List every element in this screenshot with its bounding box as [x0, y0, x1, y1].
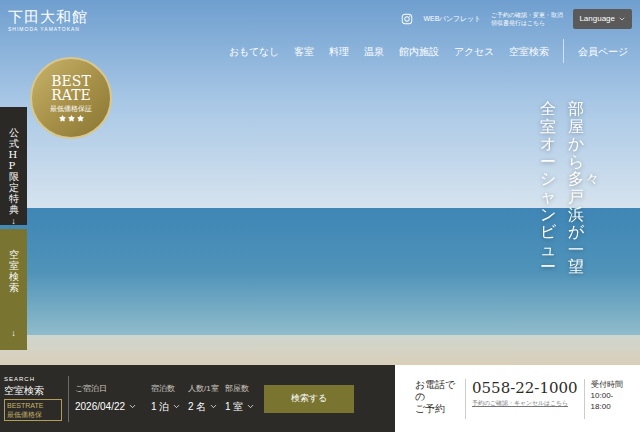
header: 下田大和館SHIMODA YAMATOKAN WEBパンフレットご予約の確認・変更…	[0, 0, 640, 63]
nav-item[interactable]: 空室検索	[509, 44, 549, 59]
hero: 下田大和館SHIMODA YAMATOKAN WEBパンフレットご予約の確認・変更…	[0, 0, 640, 365]
member-link[interactable]: 会員ページ	[578, 44, 628, 59]
chevron-icon	[172, 402, 181, 411]
language-button[interactable]: Language	[573, 9, 632, 29]
nav-item[interactable]: 客室	[294, 44, 314, 59]
search-field[interactable]: 人数/1室2 名	[188, 383, 225, 413]
page: 下田大和館SHIMODA YAMATOKAN WEBパンフレットご予約の確認・変更…	[0, 0, 640, 432]
chevron-icon	[209, 402, 218, 411]
hero-catch: 部屋から多々戸浜が一望全室オーシャンビュー	[540, 100, 584, 276]
best-rate-badge: BESTRATE最低価格保証	[30, 57, 112, 139]
badge-stars	[59, 115, 84, 122]
chevron-icon	[618, 15, 626, 23]
hero-beach	[0, 335, 640, 365]
star-icon	[77, 115, 84, 122]
hours: 受付時間10:00-18:00	[591, 379, 623, 413]
nav-item[interactable]: 温泉	[364, 44, 384, 59]
search-panel: SEARCH空室検索BESTRATE最低価格保ご宿泊日2026/04/22宿泊数…	[0, 365, 395, 432]
search-field[interactable]: 部屋数1 室	[225, 383, 262, 413]
search-button[interactable]: 検索する	[264, 385, 354, 413]
nav-item[interactable]: 料理	[329, 44, 349, 59]
pamphlet-link[interactable]: WEBパンフレット	[423, 14, 481, 25]
bottom-bar: SEARCH空室検索BESTRATE最低価格保ご宿泊日2026/04/22宿泊数…	[0, 365, 640, 432]
catch-line: 部屋から多々戸浜が一望	[568, 100, 584, 276]
search-field[interactable]: 宿泊数1 泊	[151, 383, 188, 413]
nav-item[interactable]: アクセス	[454, 44, 494, 59]
reservation-note[interactable]: 予約のご確認・キャンセルはこちら	[472, 399, 578, 408]
chevron-icon	[128, 402, 137, 411]
chevron-icon	[246, 402, 255, 411]
reservation-link[interactable]: ご予約の確認・変更・取消領収書発行はこちら	[491, 11, 563, 28]
instagram-icon[interactable]	[401, 13, 413, 25]
side-tab[interactable]: 空室検索↓	[0, 229, 27, 350]
search-badge: BESTRATE最低価格保	[4, 399, 62, 421]
nav-item[interactable]: 館内施設	[399, 44, 439, 59]
nav: おもてなし客室料理温泉館内施設アクセス空室検索 会員ページ	[229, 39, 628, 63]
star-icon	[59, 115, 66, 122]
search-field[interactable]: ご宿泊日2026/04/22	[75, 383, 151, 413]
phone-number[interactable]: 0558-22-1000	[472, 379, 578, 399]
logo[interactable]: 下田大和館SHIMODA YAMATOKAN	[8, 9, 88, 63]
catch-line: 全室オーシャンビュー	[540, 100, 556, 276]
nav-item[interactable]: おもてなし	[229, 44, 279, 59]
phone-panel: お電話でのご予約0558-22-1000予約のご確認・キャンセルはこちら受付時間…	[395, 365, 640, 432]
star-icon	[68, 115, 75, 122]
nav-divider	[563, 39, 564, 63]
side-tab[interactable]: 公式HP限定特典↓	[0, 107, 27, 225]
